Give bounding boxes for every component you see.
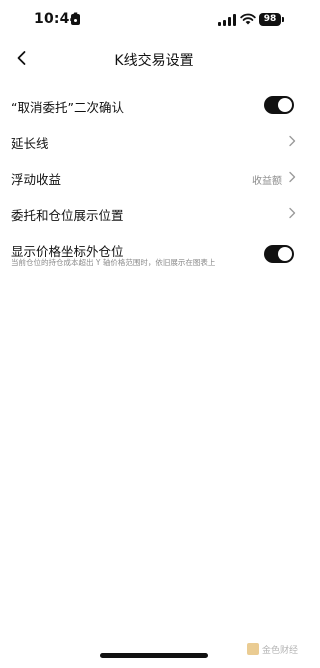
- setting-row-floating-pnl[interactable]: 浮动收益 收益额: [0, 160, 308, 196]
- setting-label: 延长线: [11, 136, 49, 151]
- setting-description: 当前仓位的持仓成本超出 Y 轴价格范围时，依旧展示在图表上: [11, 258, 216, 267]
- toggle-knob: [278, 247, 292, 261]
- watermark-logo-icon: [246, 643, 259, 655]
- settings-list: “取消委托”二次确认 延长线 浮动收益 收益额 委托和仓位展示位置 显示价格坐标…: [0, 88, 308, 280]
- setting-row-outside-price-positions: 显示价格坐标外仓位 当前仓位的持仓成本超出 Y 轴价格范围时，依旧展示在图表上: [0, 232, 308, 280]
- screen-lock-icon: [71, 14, 80, 25]
- setting-label: 委托和仓位展示位置: [11, 208, 124, 223]
- chevron-right-icon: [289, 171, 296, 183]
- watermark-text: 金色财经: [261, 645, 298, 656]
- toggle-knob: [278, 98, 292, 112]
- setting-row-order-position-display[interactable]: 委托和仓位展示位置: [0, 196, 308, 232]
- nav-bar: K线交易设置: [0, 40, 308, 76]
- wifi-icon: [240, 13, 256, 25]
- outside-price-positions-toggle[interactable]: [264, 245, 294, 263]
- floating-pnl-value: 收益额: [252, 176, 282, 187]
- chevron-right-icon: [289, 135, 296, 147]
- battery-indicator: 98: [259, 13, 284, 26]
- cancel-confirm-toggle[interactable]: [264, 96, 294, 114]
- chevron-right-icon: [289, 207, 296, 219]
- signal-icon: [218, 14, 236, 26]
- page-title: K线交易设置: [114, 53, 194, 69]
- watermark: 金色财经: [246, 642, 298, 656]
- setting-row-cancel-confirm: “取消委托”二次确认: [0, 88, 308, 124]
- setting-row-extension-line[interactable]: 延长线: [0, 124, 308, 160]
- home-indicator: [100, 653, 208, 658]
- setting-label: 浮动收益: [11, 172, 62, 187]
- status-bar: 10:44 98: [0, 0, 308, 40]
- setting-label: “取消委托”二次确认: [11, 100, 124, 115]
